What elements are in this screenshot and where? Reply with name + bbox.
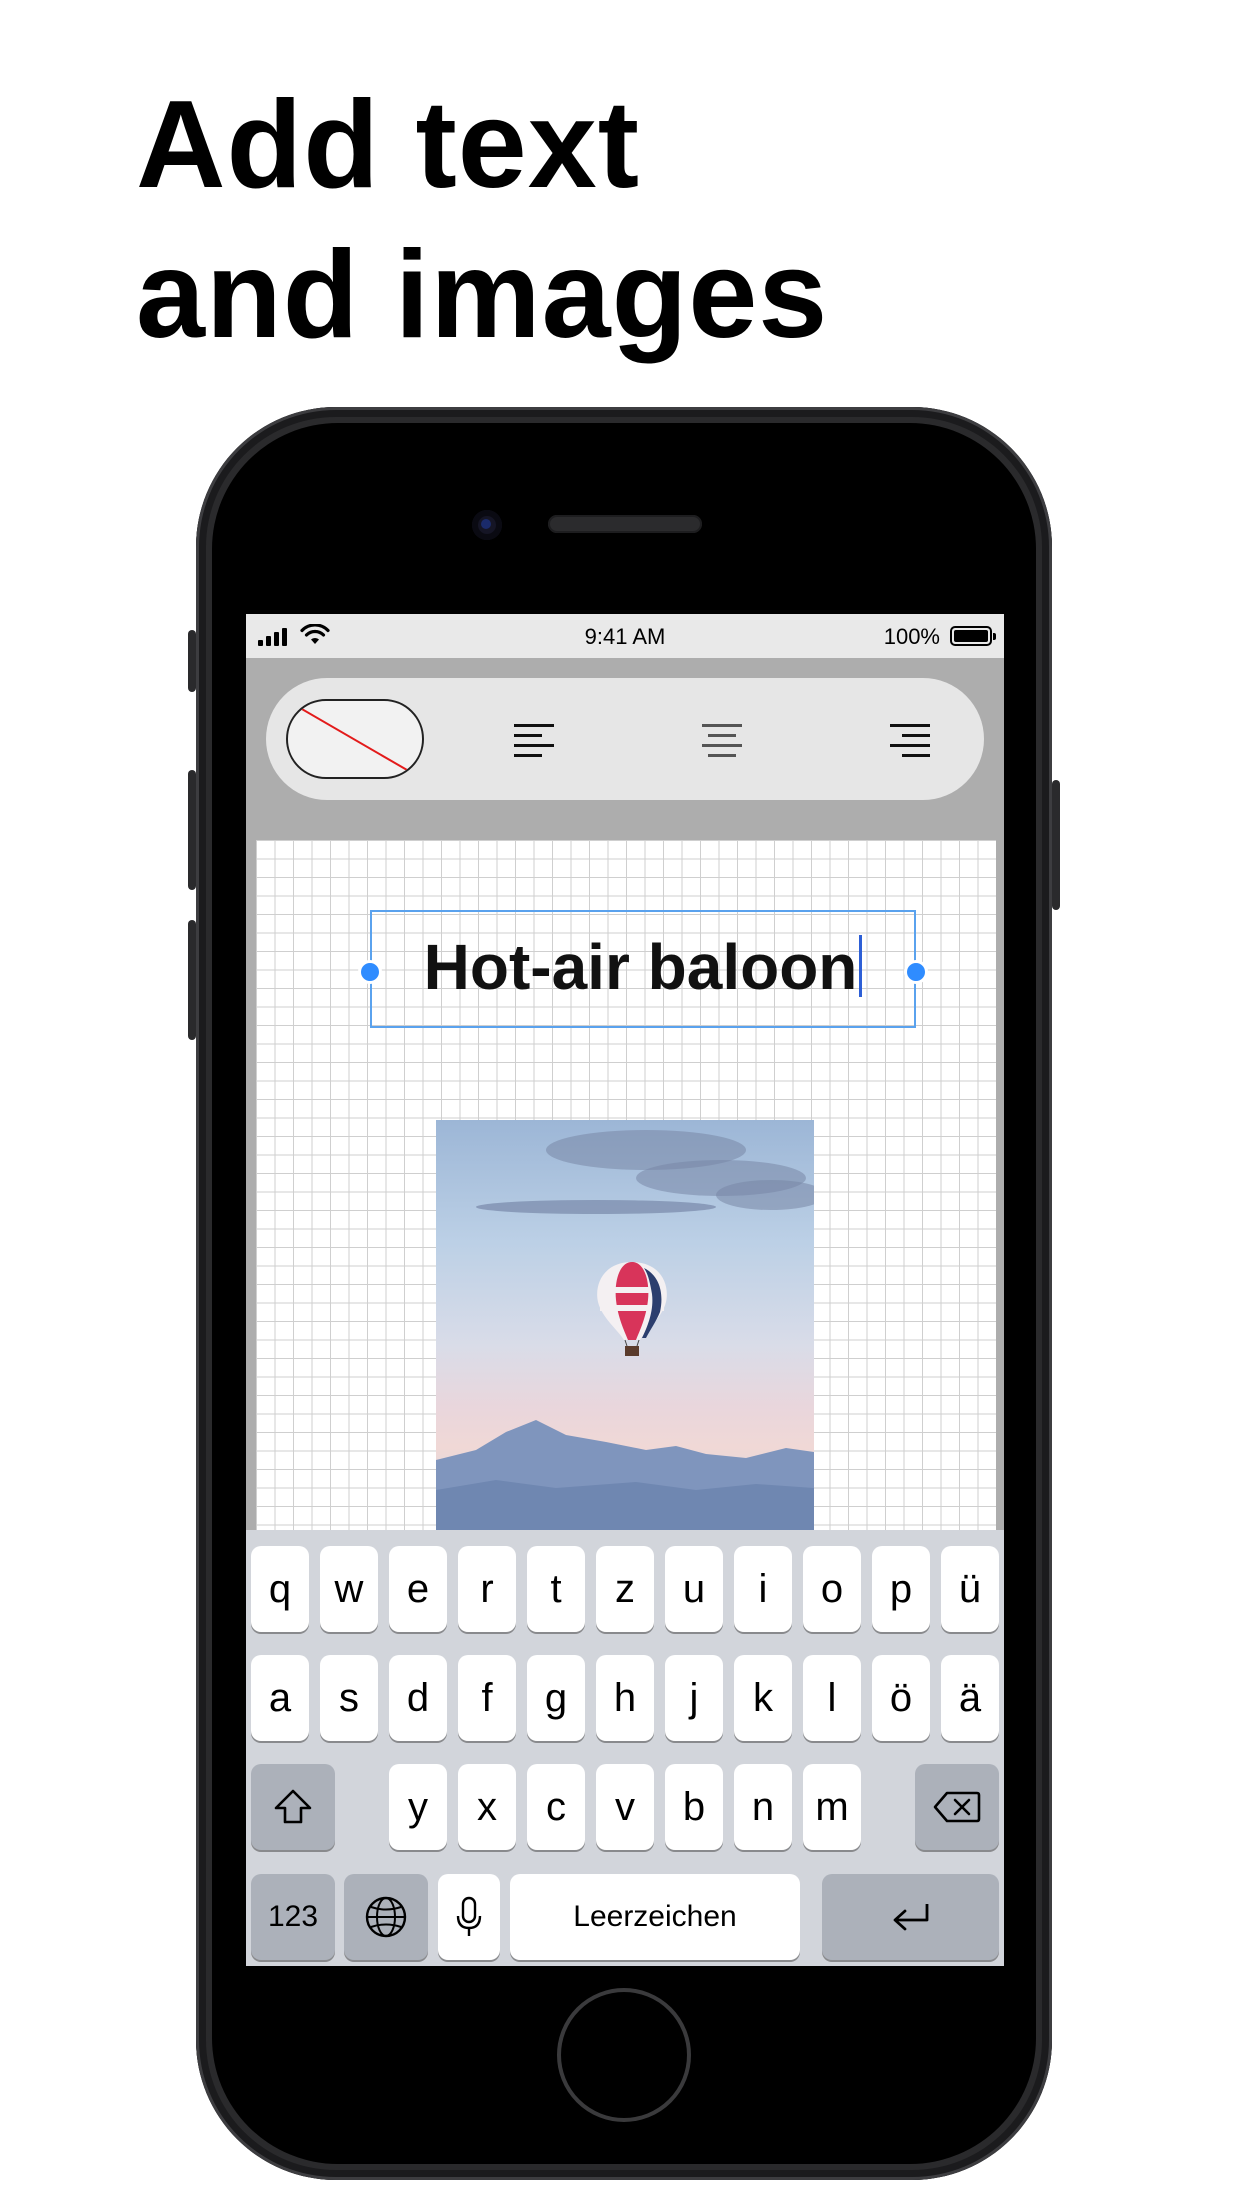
text-color-none-button[interactable] bbox=[286, 699, 424, 779]
key-b[interactable]: b bbox=[665, 1764, 723, 1850]
key-l[interactable]: l bbox=[803, 1655, 861, 1741]
battery-percentage: 100% bbox=[883, 624, 940, 649]
microphone-icon bbox=[456, 1896, 482, 1936]
resize-handle-left[interactable] bbox=[358, 960, 382, 984]
headline: Add text and images bbox=[136, 70, 828, 370]
key-p[interactable]: p bbox=[872, 1546, 930, 1632]
key-g[interactable]: g bbox=[527, 1655, 585, 1741]
key-s[interactable]: s bbox=[320, 1655, 378, 1741]
status-bar: 9:41 AM 100% bbox=[246, 614, 1004, 658]
front-camera bbox=[472, 510, 502, 540]
globe-icon bbox=[365, 1896, 407, 1938]
key-h[interactable]: h bbox=[596, 1655, 654, 1741]
shift-icon bbox=[274, 1789, 312, 1824]
key-c[interactable]: c bbox=[527, 1764, 585, 1850]
backspace-icon bbox=[933, 1791, 981, 1823]
battery-icon bbox=[950, 626, 996, 646]
text-caret bbox=[859, 935, 863, 997]
align-left-button[interactable] bbox=[514, 710, 574, 770]
key-y[interactable]: y bbox=[389, 1764, 447, 1850]
key-a-umlaut[interactable]: ä bbox=[941, 1655, 999, 1741]
key-q[interactable]: q bbox=[251, 1546, 309, 1632]
key-x[interactable]: x bbox=[458, 1764, 516, 1850]
key-o-umlaut[interactable]: ö bbox=[872, 1655, 930, 1741]
return-key[interactable] bbox=[822, 1874, 999, 1960]
numbers-key[interactable]: 123 bbox=[251, 1874, 335, 1960]
shift-key[interactable] bbox=[251, 1764, 335, 1850]
hot-air-balloon-graphic bbox=[597, 1262, 667, 1356]
key-d[interactable]: d bbox=[389, 1655, 447, 1741]
volume-up-button bbox=[188, 770, 196, 890]
key-n[interactable]: n bbox=[734, 1764, 792, 1850]
mute-switch bbox=[188, 630, 196, 692]
globe-key[interactable] bbox=[344, 1874, 428, 1960]
key-a[interactable]: a bbox=[251, 1655, 309, 1741]
keyboard: q w e r t z u i o p ü a s d f g h j k l … bbox=[246, 1530, 1004, 1966]
earpiece-speaker bbox=[548, 515, 702, 533]
key-t[interactable]: t bbox=[527, 1546, 585, 1632]
text-box-content: Hot-air baloon bbox=[423, 931, 858, 1003]
backspace-key[interactable] bbox=[915, 1764, 999, 1850]
headline-line-2: and images bbox=[136, 226, 829, 364]
key-w[interactable]: w bbox=[320, 1546, 378, 1632]
key-u-umlaut[interactable]: ü bbox=[941, 1546, 999, 1632]
balloon-photo[interactable] bbox=[436, 1120, 814, 1530]
key-j[interactable]: j bbox=[665, 1655, 723, 1741]
headline-line-1: Add text bbox=[136, 76, 640, 214]
screen: 9:41 AM 100% Hot-air baloon q w e r t z … bbox=[246, 614, 1004, 1966]
key-r[interactable]: r bbox=[458, 1546, 516, 1632]
volume-down-button bbox=[188, 920, 196, 1040]
return-icon bbox=[893, 1904, 928, 1931]
key-k[interactable]: k bbox=[734, 1655, 792, 1741]
space-key[interactable]: Leerzeichen bbox=[510, 1874, 800, 1960]
key-v[interactable]: v bbox=[596, 1764, 654, 1850]
text-toolbar bbox=[266, 678, 984, 800]
no-color-slash-icon bbox=[288, 701, 422, 777]
key-o[interactable]: o bbox=[803, 1546, 861, 1632]
key-u[interactable]: u bbox=[665, 1546, 723, 1632]
align-center-button[interactable] bbox=[692, 710, 752, 770]
align-right-button[interactable] bbox=[870, 710, 930, 770]
selected-text-box[interactable]: Hot-air baloon bbox=[358, 910, 928, 1028]
resize-handle-right[interactable] bbox=[904, 960, 928, 984]
power-button bbox=[1052, 780, 1060, 910]
key-z[interactable]: z bbox=[596, 1546, 654, 1632]
key-i[interactable]: i bbox=[734, 1546, 792, 1632]
key-m[interactable]: m bbox=[803, 1764, 861, 1850]
key-f[interactable]: f bbox=[458, 1655, 516, 1741]
home-button[interactable] bbox=[557, 1988, 691, 2122]
dictation-key[interactable] bbox=[438, 1874, 500, 1960]
key-e[interactable]: e bbox=[389, 1546, 447, 1632]
mountains-graphic bbox=[436, 1420, 814, 1530]
